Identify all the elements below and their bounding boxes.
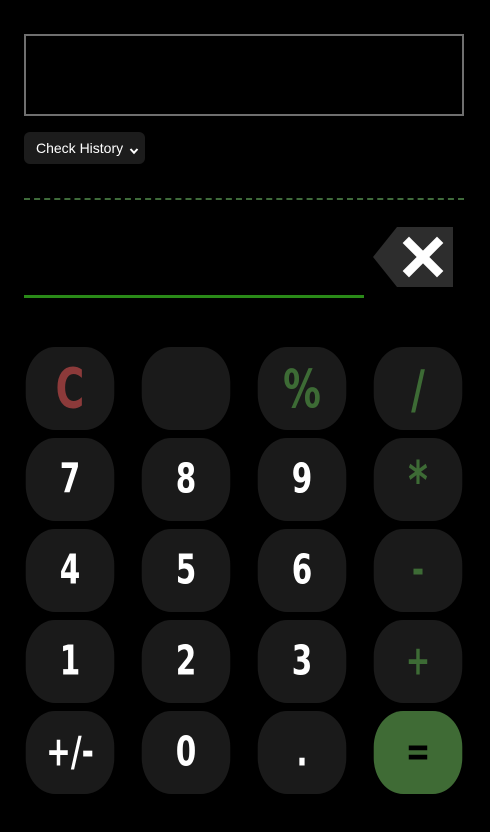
backspace-icon [373, 227, 453, 287]
dashed-divider [24, 198, 464, 200]
chevron-down-icon [129, 143, 139, 155]
check-history-dropdown[interactable]: Check History [24, 132, 145, 164]
check-history-label: Check History [36, 140, 124, 156]
blank-button[interactable] [141, 347, 231, 430]
digit-7-button[interactable]: 7 [25, 438, 115, 521]
digit-2-button[interactable]: 2 [141, 620, 231, 703]
plus-button[interactable]: + [373, 620, 463, 703]
digit-9-button[interactable]: 9 [257, 438, 347, 521]
clear-button[interactable]: C [25, 347, 115, 430]
percent-button[interactable]: % [257, 347, 347, 430]
digit-6-button[interactable]: 6 [257, 529, 347, 612]
equals-button[interactable]: = [373, 711, 463, 794]
digit-0-button[interactable]: 0 [141, 711, 231, 794]
decimal-button[interactable]: . [257, 711, 347, 794]
digit-8-button[interactable]: 8 [141, 438, 231, 521]
calculator-input[interactable] [24, 225, 364, 293]
input-underline [24, 295, 364, 298]
keypad: C % / 7 8 9 * 4 5 6 - 1 2 3 + +/- 0 . = [16, 347, 472, 795]
divide-button[interactable]: / [373, 347, 463, 430]
backspace-button[interactable] [373, 227, 453, 287]
digit-4-button[interactable]: 4 [25, 529, 115, 612]
history-display [24, 34, 464, 116]
multiply-button[interactable]: * [373, 438, 463, 521]
digit-3-button[interactable]: 3 [257, 620, 347, 703]
digit-1-button[interactable]: 1 [25, 620, 115, 703]
minus-button[interactable]: - [373, 529, 463, 612]
negate-button[interactable]: +/- [25, 711, 115, 794]
digit-5-button[interactable]: 5 [141, 529, 231, 612]
